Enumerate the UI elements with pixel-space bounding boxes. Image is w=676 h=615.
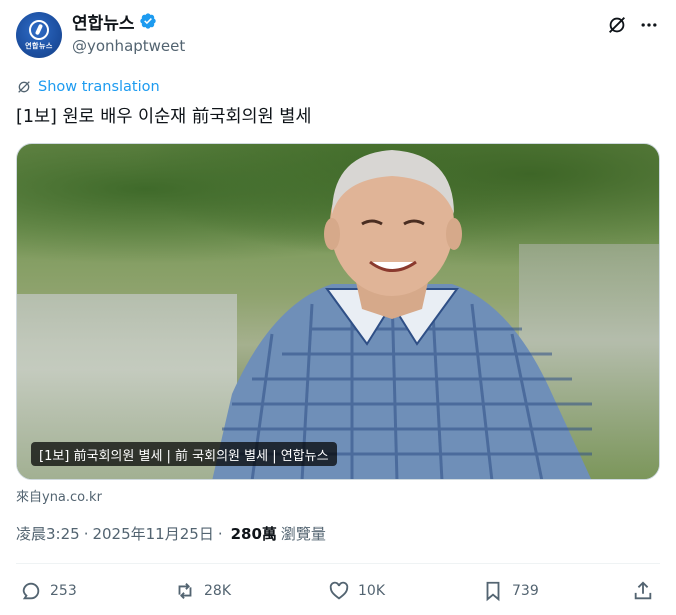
views-count: 280萬	[230, 525, 277, 543]
tweet-header: 연합뉴스 연합뉴스 @yonhaptweet	[16, 10, 660, 58]
tweet-time[interactable]: 凌晨3:25	[16, 523, 80, 544]
meta-separator: ·	[83, 524, 89, 543]
share-button[interactable]	[632, 576, 662, 606]
meta-separator: ·	[217, 524, 223, 543]
repost-button[interactable]: 28K	[174, 576, 231, 606]
yonhap-logo-icon	[29, 19, 49, 40]
like-button[interactable]: 10K	[328, 576, 385, 606]
media-caption: [1보] 前국회의원 별세 | 前 국회의원 별세 | 연합뉴스	[31, 442, 337, 466]
like-icon	[329, 581, 349, 600]
card-source[interactable]: 來自yna.co.kr	[16, 486, 102, 505]
action-bar: 253 28K 10K 739	[16, 576, 660, 606]
more-icon[interactable]	[638, 14, 660, 36]
display-name-row: 연합뉴스	[72, 9, 185, 34]
reply-count: 253	[50, 583, 77, 599]
tweet-date[interactable]: 2025年11月25日	[92, 523, 213, 544]
like-count: 10K	[358, 583, 385, 599]
tweet-media[interactable]: [1보] 前국회의원 별세 | 前 국회의원 별세 | 연합뉴스	[16, 143, 660, 480]
divider	[16, 563, 660, 564]
repost-icon	[178, 583, 192, 599]
grok-icon[interactable]	[606, 14, 628, 36]
show-translation-link[interactable]: Show translation	[16, 78, 160, 96]
author-names: 연합뉴스 @yonhaptweet	[72, 10, 185, 55]
bookmark-icon	[486, 581, 500, 602]
avatar[interactable]: 연합뉴스	[16, 12, 62, 58]
views-label: 瀏覽量	[280, 525, 326, 543]
reply-button[interactable]: 253	[20, 576, 77, 606]
share-icon	[634, 581, 652, 600]
bookmark-count: 739	[512, 583, 539, 599]
bookmark-button[interactable]: 739	[482, 576, 539, 606]
handle[interactable]: @yonhaptweet	[72, 37, 185, 55]
translate-icon	[18, 81, 30, 93]
reply-icon	[22, 582, 40, 600]
tweet-text: [1보] 원로 배우 이순재 前국회의원 별세	[16, 107, 312, 127]
tweet-meta: 凌晨3:25 · 2025年11月25日 · 280萬 瀏覽量	[16, 523, 326, 544]
avatar-logo-text: 연합뉴스	[25, 41, 53, 50]
repost-count: 28K	[204, 583, 231, 599]
media-person-figure	[212, 150, 592, 479]
show-translation-label: Show translation	[38, 79, 160, 95]
verified-badge-icon[interactable]	[139, 12, 157, 30]
display-name[interactable]: 연합뉴스	[72, 9, 135, 34]
